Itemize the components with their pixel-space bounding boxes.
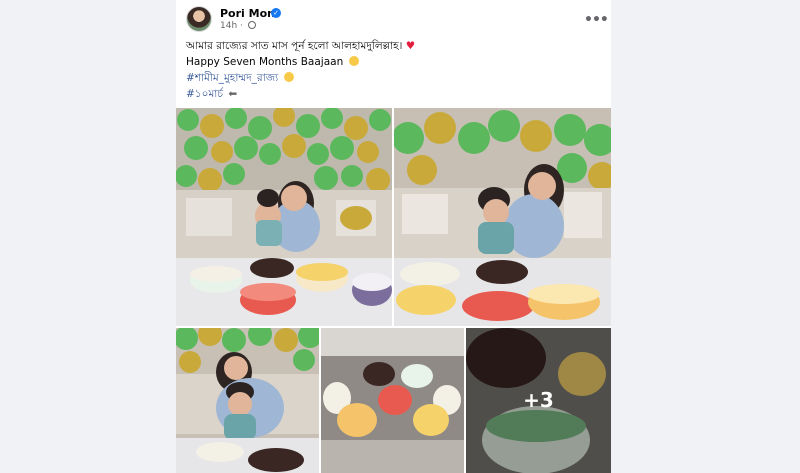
photo-3-image: [176, 328, 319, 473]
post-time[interactable]: 14h: [220, 21, 237, 31]
photo-3[interactable]: [176, 328, 319, 473]
verified-badge-icon: ✓: [271, 8, 281, 18]
photo-4-image: [321, 328, 464, 473]
post-text: আমার রাজ্যের সাত মাস পূর্ন হলো আলহামদুলি…: [186, 38, 601, 102]
photo-1-image: [176, 108, 392, 326]
date-hashtag-link[interactable]: #১০মার্চ: [186, 88, 223, 100]
post-meta: 14h ·: [220, 21, 256, 31]
more-photos-overlay[interactable]: +3: [466, 328, 611, 473]
text-line-2: Happy Seven Months Baajaan: [186, 54, 601, 70]
text-line-1: আমার রাজ্যের সাত মাস পূর্ন হলো আলহামদুলি…: [186, 38, 601, 54]
author-name[interactable]: Pori Moni: [220, 7, 279, 20]
post-header: Pori Moni ✓ 14h · •••: [186, 6, 609, 34]
left-arrow-emoji: ⬅: [228, 88, 238, 100]
photo-5[interactable]: +3: [466, 328, 611, 473]
red-heart-emoji: ♥: [405, 40, 416, 52]
more-options-icon[interactable]: •••: [584, 12, 609, 28]
photo-2-image: [394, 108, 611, 326]
facebook-post-card: Pori Moni ✓ 14h · ••• আমার রাজ্যের সাত ম…: [176, 0, 611, 473]
text-english: Happy Seven Months Baajaan: [186, 56, 344, 68]
globe-icon: [247, 21, 256, 29]
hashtag-link[interactable]: #শামীম_মুহাম্মদ_রাজ্য: [186, 72, 278, 84]
baby-emoji: [283, 72, 294, 82]
avatar[interactable]: [186, 6, 212, 32]
photo-1[interactable]: [176, 108, 392, 326]
left-background: [0, 0, 176, 473]
text-bengali: আমার রাজ্যের সাত মাস পূর্ন হলো আলহামদুলি…: [186, 40, 403, 52]
photo-4[interactable]: [321, 328, 464, 473]
text-line-4: #১০মার্চ ⬅: [186, 86, 601, 102]
right-background: [611, 0, 800, 473]
text-line-3: #শামীম_মুহাম্মদ_রাজ্য: [186, 70, 601, 86]
smiling-emoji: [348, 56, 359, 66]
photo-2[interactable]: [394, 108, 611, 326]
